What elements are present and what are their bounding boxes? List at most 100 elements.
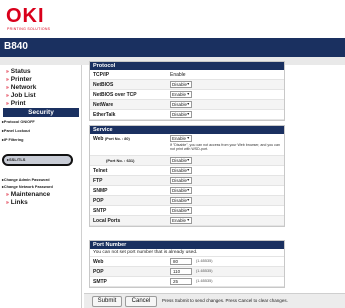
model-name: B840 [4, 41, 28, 52]
sidebar-subitem-protocol[interactable]: ▸Protocol ON/OFF [2, 119, 35, 124]
row-label: POP [93, 198, 104, 204]
sidebar-item-status[interactable]: » Status [6, 68, 31, 75]
select-value: Disable [172, 112, 188, 117]
select-value: Disable [172, 198, 188, 203]
cancel-button[interactable]: Cancel [125, 296, 157, 307]
select-value: Enable [172, 136, 187, 141]
row-label: SMTP [93, 279, 107, 285]
protocol-row-ethertalk: EtherTalk Disable ▼ [90, 110, 284, 120]
sidebar-item-label: Maintenance [10, 191, 51, 198]
netbios-over-tcp-select[interactable]: Enable ▼ [170, 91, 192, 98]
port-row-web: Web 80 (1-65535) [90, 257, 284, 267]
select-value: Disable [172, 208, 188, 213]
web-select[interactable]: Enable ▼ [170, 135, 192, 142]
protocol-panel: Protocol TCP/IP Enable NetBIOS Disable ▼ … [89, 61, 285, 121]
row-label: Local Ports [93, 218, 121, 224]
select-value: Enable [172, 92, 187, 97]
telnet-select[interactable]: Disable ▼ [170, 167, 192, 174]
protocol-row-tcpip: TCP/IP Enable [90, 70, 284, 80]
chevron-down-icon: ▼ [186, 208, 190, 212]
sidebar-item-links[interactable]: » Links [6, 199, 28, 206]
row-label: TCP/IP [93, 72, 110, 78]
netbios-select[interactable]: Disable ▼ [170, 81, 192, 88]
sidebar-subitem-ip-filtering[interactable]: ▸IP Filtering [2, 137, 23, 142]
service-row-sntp: SNTP Disable ▼ [90, 206, 284, 216]
sidebar-item-label: Network [10, 84, 37, 91]
chevron-down-icon: ▼ [186, 158, 190, 162]
select-value: Disable [172, 168, 188, 173]
port-row-pop: POP 110 (1-65535) [90, 267, 284, 277]
chevron-down-icon: ▼ [186, 82, 190, 86]
chevron-down-icon: ▼ [186, 178, 190, 182]
row-label: NetBIOS [93, 82, 114, 88]
row-label: NetWare [93, 102, 114, 108]
row-label: (Port No. : 631) [106, 158, 135, 163]
sidebar-item-job-list[interactable]: » Job List [6, 92, 36, 99]
bullet-icon: » [6, 93, 9, 99]
sidebar-item-print[interactable]: » Print [6, 100, 26, 107]
sidebar-item-printer[interactable]: » Printer [6, 76, 32, 83]
footer-hint: Press Submit to send changes. Press Canc… [162, 298, 288, 303]
sidebar-item-maintenance[interactable]: » Maintenance [6, 191, 50, 198]
snmp-select[interactable]: Disable ▼ [170, 187, 192, 194]
row-value: Enable [170, 72, 186, 78]
select-value: Disable [172, 188, 188, 193]
sidebar-item-security[interactable]: Security [3, 108, 79, 117]
main-content: Protocol TCP/IP Enable NetBIOS Disable ▼ … [84, 61, 345, 308]
pop-port-input[interactable]: 110 [170, 268, 192, 275]
port-range: (1-65535) [196, 279, 213, 283]
row-label: POP [93, 269, 104, 275]
port-range: (1-65535) [196, 259, 213, 263]
sidebar-item-network[interactable]: » Network [6, 84, 36, 91]
sidebar-subitem-change-admin-password[interactable]: ▸Change Admin Password [2, 177, 50, 182]
smtp-port-input[interactable]: 25 [170, 278, 192, 285]
row-label: SNMP [93, 188, 108, 194]
row-label: NetBIOS over TCP [93, 92, 137, 98]
model-bar: B840 [0, 38, 345, 57]
chevron-down-icon: ▼ [186, 218, 190, 222]
row-label: Web (Port No. : 80) [93, 136, 130, 142]
service-row-web: Web (Port No. : 80) Enable ▼ If "Disable"… [90, 134, 284, 156]
protocol-row-netbios: NetBIOS Disable ▼ [90, 80, 284, 90]
web-port-note: (Port No. : 80) [104, 137, 130, 141]
panel-title: Protocol [90, 62, 284, 70]
sidebar-subitem-panel-lockout[interactable]: ▸Panel Lockout [2, 128, 30, 133]
sidebar-item-label: Printer [10, 76, 32, 83]
port-number-panel: Port Number You can not set port number … [89, 240, 285, 288]
service-row-telnet: Telnet Disable ▼ [90, 166, 284, 176]
web-port-input[interactable]: 80 [170, 258, 192, 265]
header-logo-area: OKI PRINTING SOLUTIONS [0, 0, 345, 38]
row-label: Web [93, 259, 104, 265]
protocol-row-netbios-over-tcp: NetBIOS over TCP Enable ▼ [90, 90, 284, 100]
row-label: Telnet [93, 168, 108, 174]
ipps-select[interactable]: Disable ▼ [170, 157, 192, 164]
sntp-select[interactable]: Disable ▼ [170, 207, 192, 214]
submit-button[interactable]: Submit [92, 296, 122, 307]
ethertalk-select[interactable]: Disable ▼ [170, 111, 192, 118]
footer-bar: Submit Cancel Press Submit to send chang… [84, 293, 345, 308]
sidebar-subitem-change-network-password[interactable]: ▸Change Network Password [2, 184, 53, 189]
sidebar-subitem-ssl-tls[interactable]: ▸SSL/TLS [2, 154, 73, 166]
sidebar-item-label: Print [10, 100, 26, 107]
bullet-icon: » [6, 85, 9, 91]
ftp-select[interactable]: Disable ▼ [170, 177, 192, 184]
netware-select[interactable]: Disable ▼ [170, 101, 192, 108]
port-range: (1-65535) [196, 269, 213, 273]
chevron-down-icon: ▼ [186, 198, 190, 202]
service-row-pop: POP Disable ▼ [90, 196, 284, 206]
pop-select[interactable]: Disable ▼ [170, 197, 192, 204]
service-row-ftp: FTP Disable ▼ [90, 176, 284, 186]
bullet-icon: » [6, 192, 9, 198]
web-disable-note: If "Disable", you can not access from yo… [170, 143, 280, 152]
sidebar-item-label: Links [10, 199, 28, 206]
bullet-icon: » [6, 101, 9, 107]
service-row-local-ports: Local Ports Enable ▼ [90, 216, 284, 226]
sidebar: » Status » Printer » Network » Job List » Pri… [0, 65, 82, 308]
local-ports-select[interactable]: Enable ▼ [170, 217, 192, 224]
chevron-down-icon: ▼ [186, 136, 190, 140]
select-value: Disable [172, 82, 188, 87]
service-row-ipps: (Port No. : 631) Disable ▼ [90, 156, 284, 166]
row-label: FTP [93, 178, 103, 184]
bullet-icon: » [6, 77, 9, 83]
sidebar-item-label: Status [10, 68, 31, 75]
